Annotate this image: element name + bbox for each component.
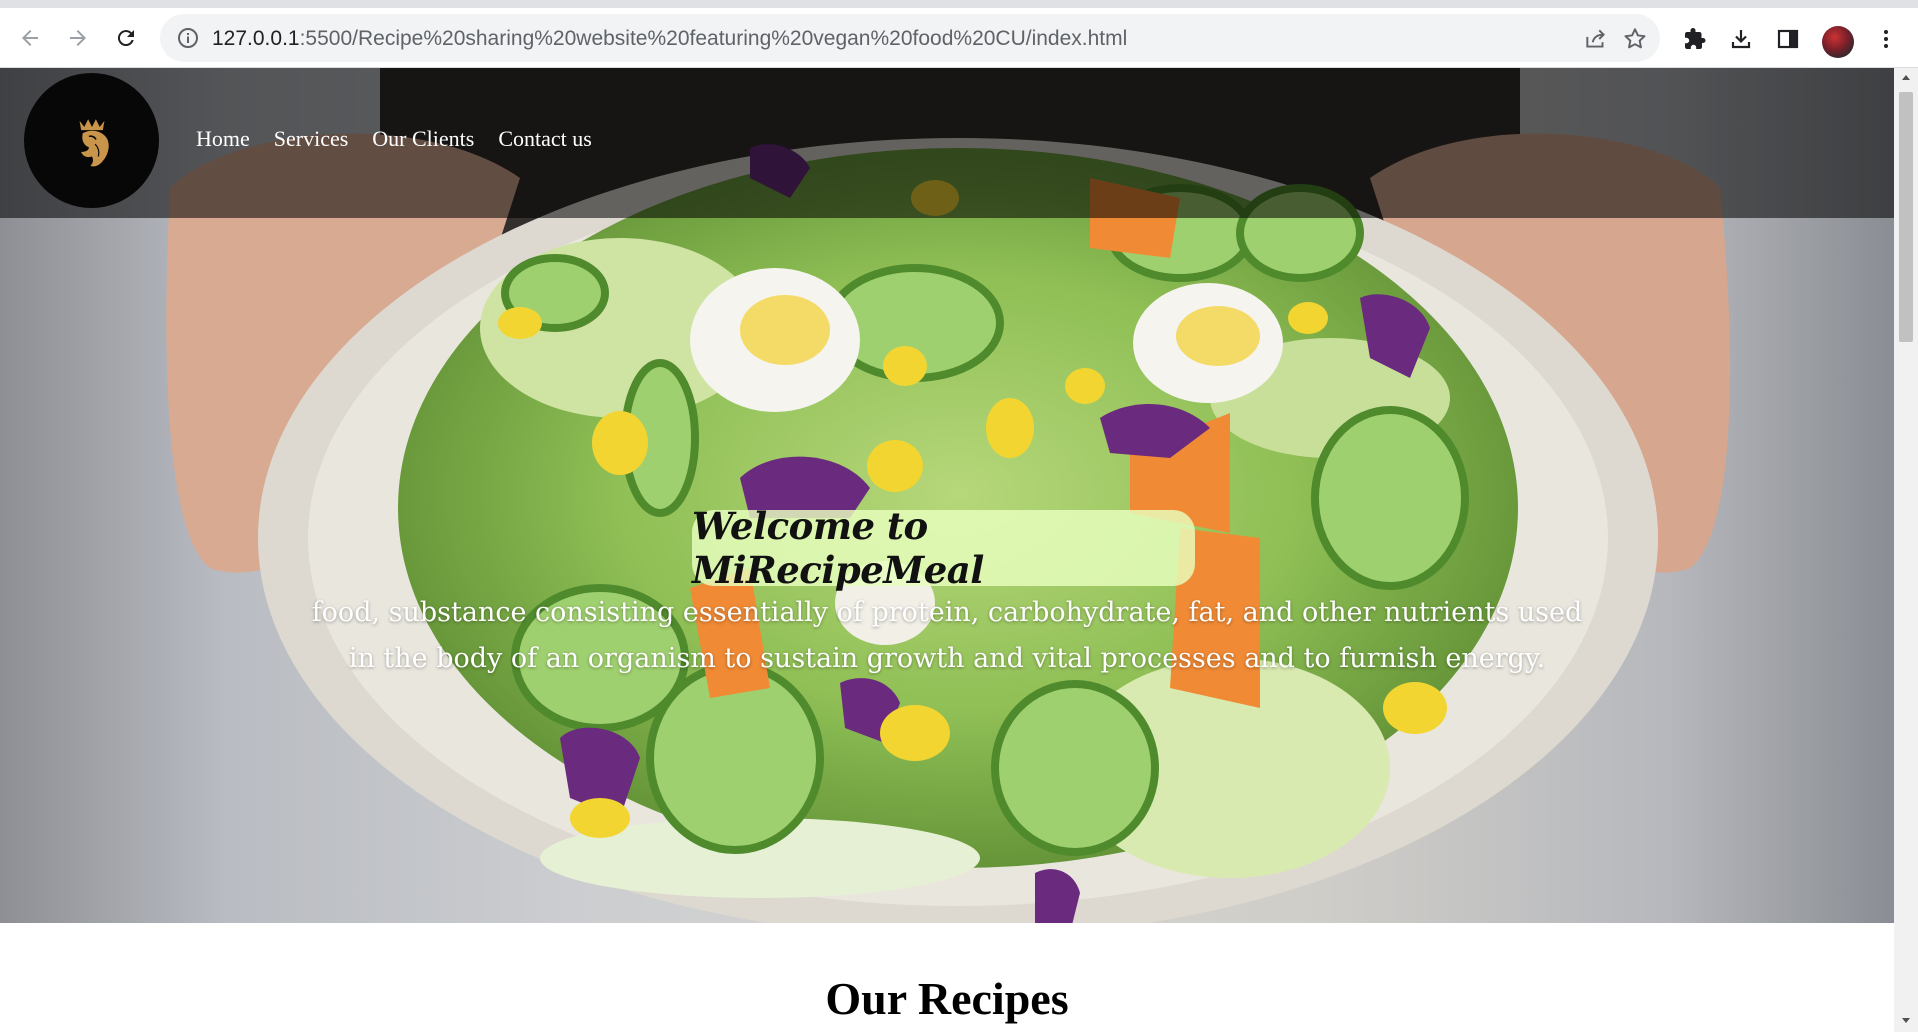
browser-toolbar: 127.0.0.1:5500/Recipe%20sharing%20websit… <box>0 0 1918 68</box>
back-button[interactable] <box>14 22 46 54</box>
url-text[interactable]: 127.0.0.1:5500/Recipe%20sharing%20websit… <box>212 27 1127 51</box>
extensions-button[interactable] <box>1680 24 1710 54</box>
scrollbar-thumb[interactable] <box>1899 92 1913 342</box>
recipes-heading: Our Recipes <box>825 973 1069 1024</box>
nav-link-services[interactable]: Services <box>274 126 349 152</box>
downloads-button[interactable] <box>1726 24 1756 54</box>
forward-button[interactable] <box>62 22 94 54</box>
download-icon <box>1731 30 1751 49</box>
nav-link-contact-us[interactable]: Contact us <box>498 126 592 152</box>
share-icon[interactable] <box>1583 26 1609 52</box>
url-host: 127.0.0.1 <box>212 27 300 50</box>
profile-avatar[interactable] <box>1822 26 1854 58</box>
scroll-up-arrow-icon[interactable] <box>1900 72 1912 84</box>
reload-icon <box>117 30 134 47</box>
url-path: :5500/Recipe%20sharing%20website%20featu… <box>299 27 1128 50</box>
arrow-left-icon <box>22 30 38 46</box>
nav-link-our-clients[interactable]: Our Clients <box>372 126 474 152</box>
hero-title: Welcome to MiRecipeMeal <box>692 504 984 592</box>
main-menu: Home Services Our Clients Contact us <box>196 126 592 152</box>
more-vertical-icon <box>1884 30 1888 48</box>
side-panel-button[interactable] <box>1773 24 1803 54</box>
hero-tagline: food, substance consisting essentially o… <box>311 597 1583 674</box>
lion-crown-logo <box>79 118 109 166</box>
puzzle-icon <box>1685 28 1706 49</box>
info-icon[interactable] <box>176 26 200 50</box>
site-navbar: Home Services Our Clients Contact us <box>0 68 1894 218</box>
hero-section: Home Services Our Clients Contact us Wel… <box>0 68 1894 933</box>
browser-menu-button[interactable] <box>1871 24 1901 54</box>
reload-button[interactable] <box>110 22 142 54</box>
nav-link-home[interactable]: Home <box>196 126 250 152</box>
arrow-right-icon <box>70 30 86 46</box>
side-panel-icon <box>1777 29 1799 49</box>
welcome-banner: Welcome to MiRecipeMeal <box>692 504 1195 592</box>
page-viewport: Home Services Our Clients Contact us Wel… <box>0 68 1894 1032</box>
star-icon[interactable] <box>1622 26 1648 52</box>
address-bar[interactable]: 127.0.0.1:5500/Recipe%20sharing%20websit… <box>160 14 1660 62</box>
scroll-down-arrow-icon[interactable] <box>1900 1014 1912 1026</box>
page-scrollbar[interactable] <box>1894 68 1918 1032</box>
site-logo[interactable] <box>24 73 159 208</box>
